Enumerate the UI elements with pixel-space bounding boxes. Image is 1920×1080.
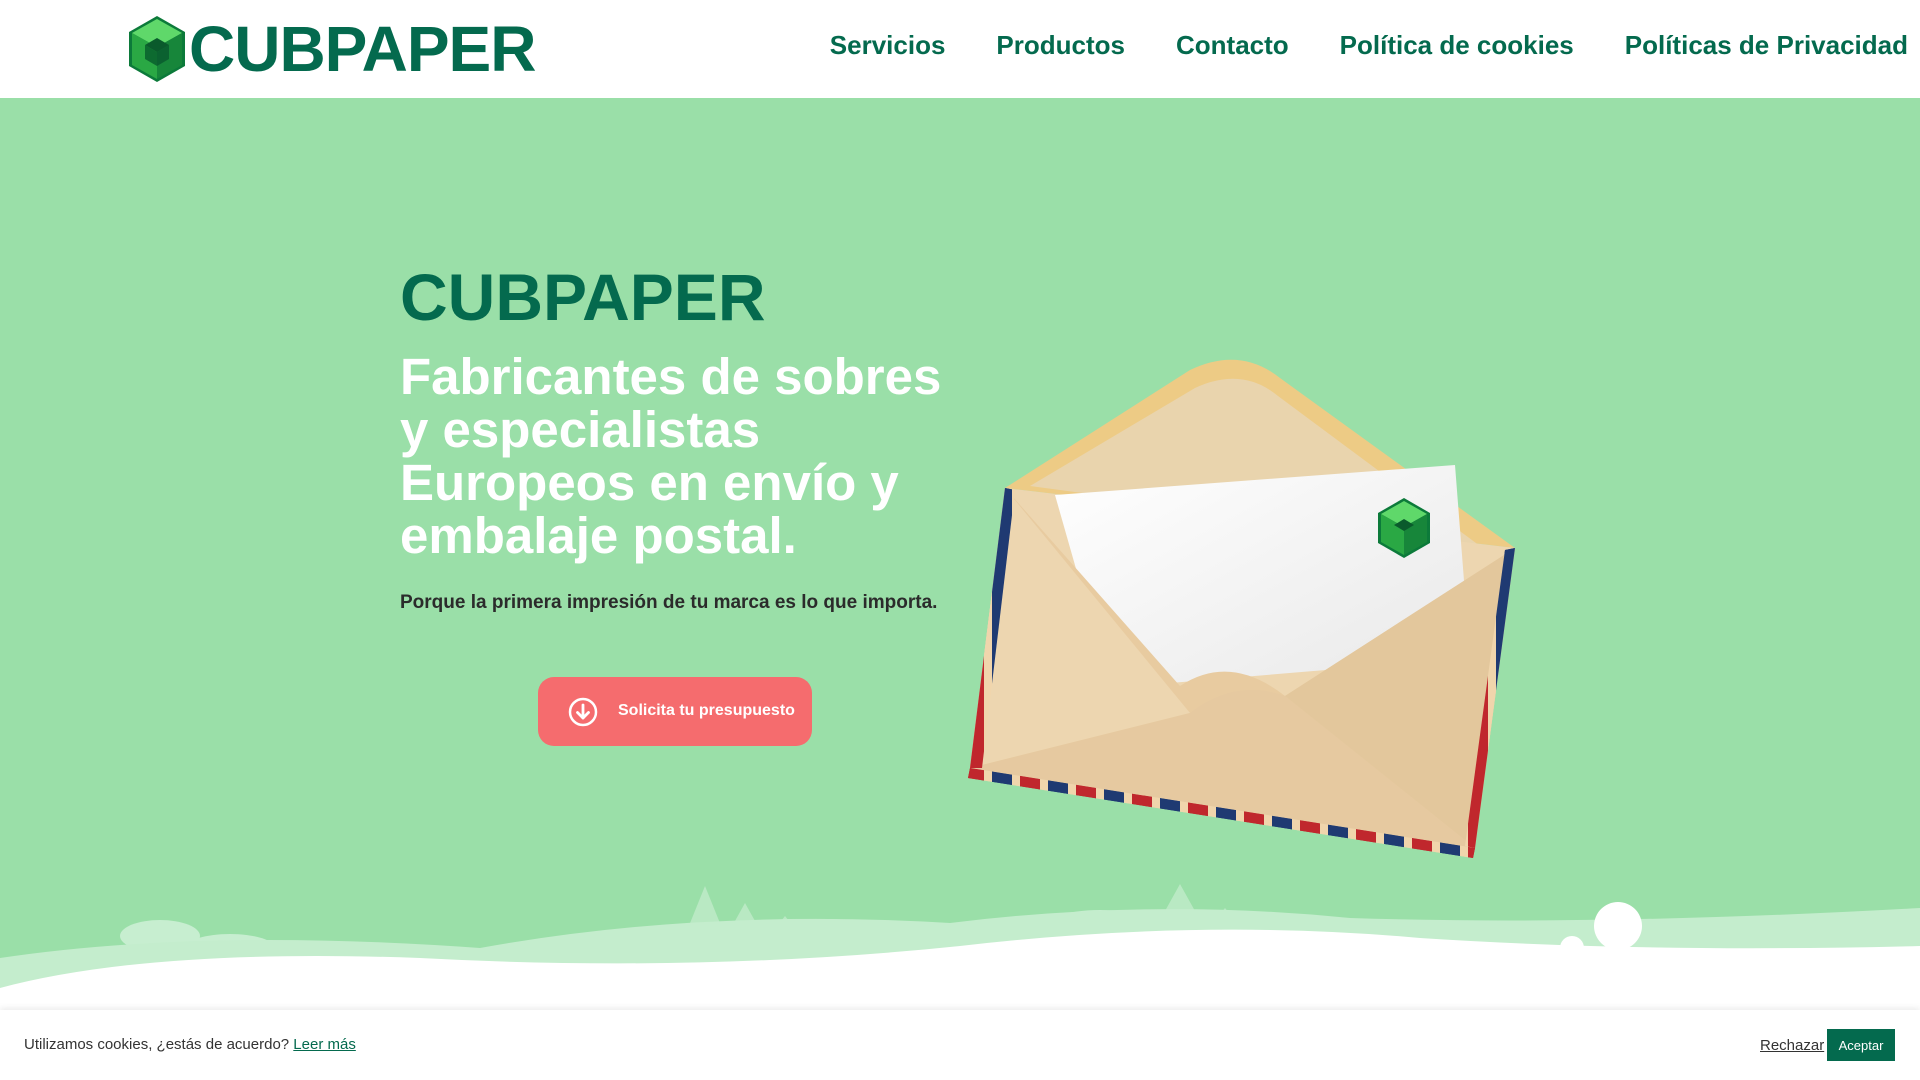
nav-politicas-privacidad[interactable]: Políticas de Privacidad xyxy=(1625,30,1908,61)
site-header: CUBPAPER Servicios Productos Contacto Po… xyxy=(0,0,1920,98)
cookie-message-text: Utilizamos cookies, ¿estás de acuerdo? xyxy=(24,1036,290,1053)
cookie-consent-bar: Utilizamos cookies, ¿estás de acuerdo? L… xyxy=(0,1010,1920,1080)
hero-section: CUBPAPER Fabricantes de sobres y especia… xyxy=(0,98,1920,1010)
hero-heading: Fabricantes de sobres y especialistas Eu… xyxy=(400,348,942,564)
nav-productos[interactable]: Productos xyxy=(996,30,1125,61)
cookie-message: Utilizamos cookies, ¿estás de acuerdo? L… xyxy=(24,1036,356,1053)
cookie-reject-link[interactable]: Rechazar xyxy=(1760,1037,1824,1054)
hero-tagline: Porque la primera impresión de tu marca … xyxy=(400,592,938,613)
logo-wordmark: CUBPAPER xyxy=(189,13,536,85)
site-logo[interactable]: CUBPAPER xyxy=(127,12,536,86)
request-quote-label: Solicita tu presupuesto xyxy=(618,702,795,719)
main-nav: Servicios Productos Contacto Política de… xyxy=(830,30,1908,61)
cookie-accept-button[interactable]: Aceptar xyxy=(1827,1029,1895,1061)
cube-logo-icon xyxy=(129,16,185,82)
cookie-read-more-link[interactable]: Leer más xyxy=(293,1036,356,1053)
request-quote-button[interactable]: Solicita tu presupuesto xyxy=(538,677,812,746)
hero-brand-title: CUBPAPER xyxy=(400,260,766,334)
envelope-illustration xyxy=(968,359,1515,858)
nav-politica-cookies[interactable]: Política de cookies xyxy=(1340,30,1574,61)
nav-contacto[interactable]: Contacto xyxy=(1176,30,1289,61)
nav-servicios[interactable]: Servicios xyxy=(830,30,946,61)
arrow-down-circle-icon xyxy=(568,697,598,727)
landscape-decoration xyxy=(0,884,1920,1010)
